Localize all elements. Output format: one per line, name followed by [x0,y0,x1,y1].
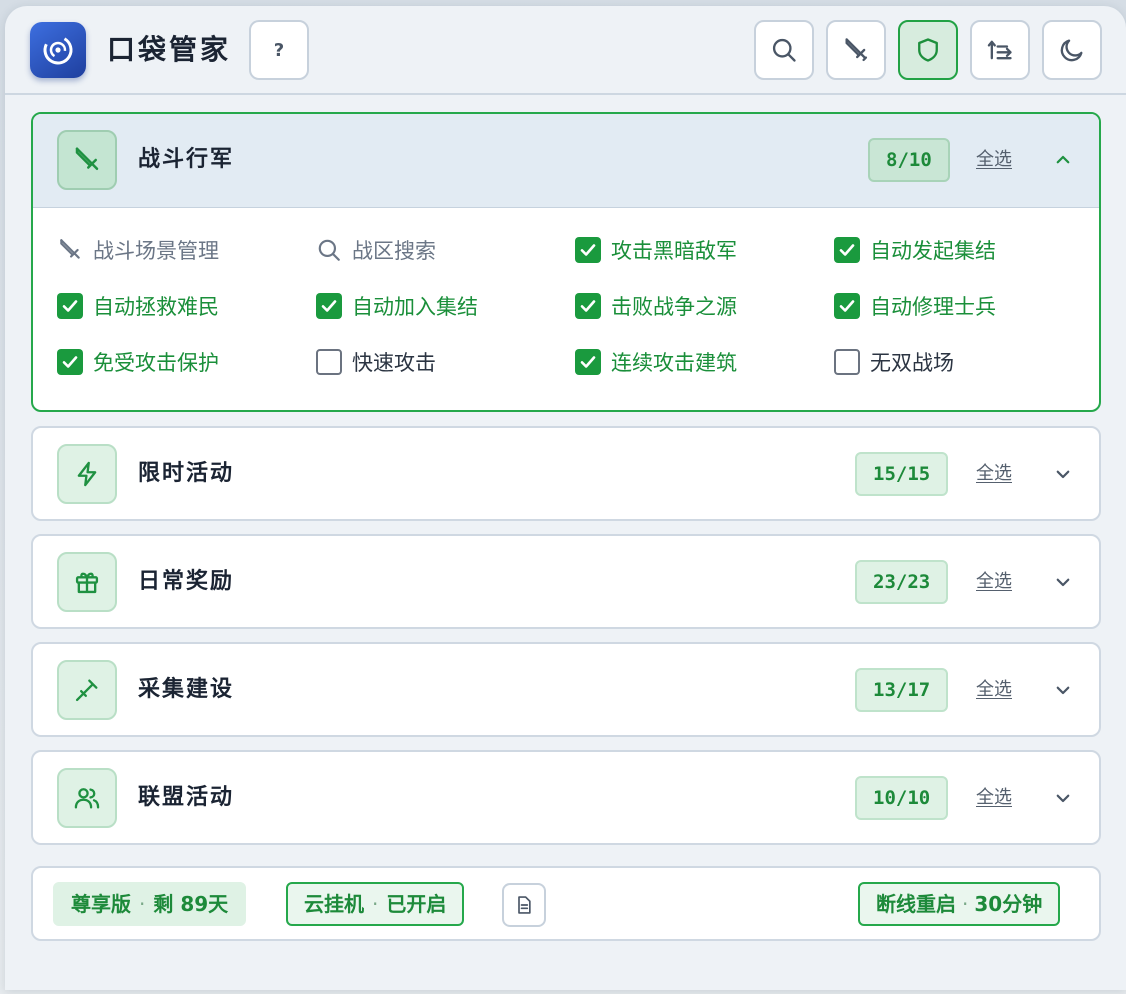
section-alliance-icon-box [57,768,117,828]
checkbox-checked[interactable] [57,349,83,375]
document-icon [518,896,531,914]
checkbox-unchecked[interactable] [316,349,342,375]
sword-icon [75,147,99,170]
checkbox-checked[interactable] [575,349,601,375]
users-icon [74,788,100,809]
vip-badge: 尊享版 · 剩 89天 [53,882,247,926]
section-alliance-title: 联盟活动 [138,785,235,810]
option-battle-scene[interactable]: 战斗场景管理 [57,230,219,270]
checkbox-checked[interactable] [57,293,83,319]
reconnect-restart-button[interactable]: 断线重启 · 30分钟 [858,882,1061,926]
option-repair-soldiers[interactable]: 自动修理士兵 [834,286,996,326]
checkbox-checked[interactable] [316,293,342,319]
help-button[interactable]: ? [249,20,309,80]
app-header: 口袋管家 ? [5,6,1126,95]
section-daily-toggle[interactable] [1051,570,1075,594]
section-gather-select-all[interactable]: 全选 [976,677,1012,703]
logo-ring-icon [43,35,73,65]
option-auto-rally[interactable]: 自动发起集结 [834,230,996,270]
section-daily-select-all[interactable]: 全选 [976,569,1012,595]
option-attack-dark-army[interactable]: 攻击黑暗敌军 [575,230,737,270]
checkbox-checked[interactable] [575,237,601,263]
section-alliance[interactable]: 联盟活动 10/10 全选 [31,750,1101,845]
section-limited-header[interactable]: 限时活动 15/15 全选 [33,428,1099,519]
option-zone-search[interactable]: 战区搜索 [316,230,436,270]
dark-mode-button[interactable] [1042,20,1102,80]
app-logo [30,22,86,78]
section-daily-header[interactable]: 日常奖励 23/23 全选 [33,536,1099,627]
option-rescue-refugees[interactable]: 自动拯救难民 [57,286,219,326]
status-footer: 尊享版 · 剩 89天 云挂机 · 已开启 断线重启 · 30分钟 [31,866,1101,941]
log-button[interactable] [502,883,546,927]
section-battle-icon-box [57,130,117,190]
section-gather-title: 采集建设 [138,677,235,702]
section-limited[interactable]: 限时活动 15/15 全选 [31,426,1101,521]
battle-mode-button[interactable] [826,20,886,80]
search-icon [772,38,796,62]
section-gather-header[interactable]: 采集建设 13/17 全选 [33,644,1099,735]
section-daily[interactable]: 日常奖励 23/23 全选 [31,534,1101,629]
section-battle-toggle[interactable] [1051,148,1075,172]
section-limited-icon-box [57,444,117,504]
option-continuous-attack[interactable]: 连续攻击建筑 [575,342,737,382]
section-daily-title: 日常奖励 [138,569,235,594]
option-quick-attack[interactable]: 快速攻击 [316,342,436,382]
sword-icon [57,237,83,263]
section-gather-toggle[interactable] [1051,678,1075,702]
section-daily-count: 23/23 [855,560,949,604]
search-button[interactable] [754,20,814,80]
sort-button[interactable] [970,20,1030,80]
section-limited-select-all[interactable]: 全选 [976,461,1012,487]
checkbox-checked[interactable] [834,237,860,263]
section-limited-toggle[interactable] [1051,462,1075,486]
section-gather-count: 13/17 [855,668,949,712]
option-peerless-battlefield[interactable]: 无双战场 [834,342,954,382]
section-battle-header[interactable]: 战斗行军 8/10 全选 [33,114,1099,208]
sort-icon [987,40,1012,60]
section-alliance-count: 10/10 [855,776,949,820]
gift-icon [75,572,99,594]
sword-icon [845,38,868,62]
chevron-down-icon [1056,794,1070,803]
app-panel: 口袋管家 ? 战斗行军 8/10 全选 战斗场景管理 战区搜索 攻击黑暗敌军 自… [5,6,1126,990]
section-alliance-toggle[interactable] [1051,786,1075,810]
shield-button[interactable] [898,20,958,80]
chevron-up-icon [1056,155,1070,164]
checkbox-checked[interactable] [575,293,601,319]
option-attack-protection[interactable]: 免受攻击保护 [57,342,219,382]
moon-icon [1060,39,1083,62]
section-gather-icon-box [57,660,117,720]
option-join-rally[interactable]: 自动加入集结 [316,286,478,326]
shield-icon [918,38,938,62]
chevron-down-icon [1056,578,1070,587]
section-limited-title: 限时活动 [138,461,235,486]
section-battle-select-all[interactable]: 全选 [976,147,1012,173]
section-gather[interactable]: 采集建设 13/17 全选 [31,642,1101,737]
section-alliance-select-all[interactable]: 全选 [976,785,1012,811]
section-alliance-header[interactable]: 联盟活动 10/10 全选 [33,752,1099,843]
section-limited-count: 15/15 [855,452,949,496]
chevron-down-icon [1056,470,1070,479]
section-battle-options: 战斗场景管理 战区搜索 攻击黑暗敌军 自动发起集结 自动拯救难民 自动加入集结 … [33,208,1099,410]
app-title: 口袋管家 [107,33,232,66]
section-daily-icon-box [57,552,117,612]
option-defeat-war-source[interactable]: 击败战争之源 [575,286,737,326]
section-battle-title: 战斗行军 [138,147,235,172]
checkbox-unchecked[interactable] [834,349,860,375]
section-battle: 战斗行军 8/10 全选 战斗场景管理 战区搜索 攻击黑暗敌军 自动发起集结 自… [31,112,1101,412]
pickaxe-icon [75,679,98,702]
checkbox-checked[interactable] [834,293,860,319]
cloud-hosting-button[interactable]: 云挂机 · 已开启 [286,882,465,926]
lightning-icon [77,461,97,487]
chevron-down-icon [1056,686,1070,695]
search-icon [316,237,342,263]
section-battle-count: 8/10 [868,138,950,182]
